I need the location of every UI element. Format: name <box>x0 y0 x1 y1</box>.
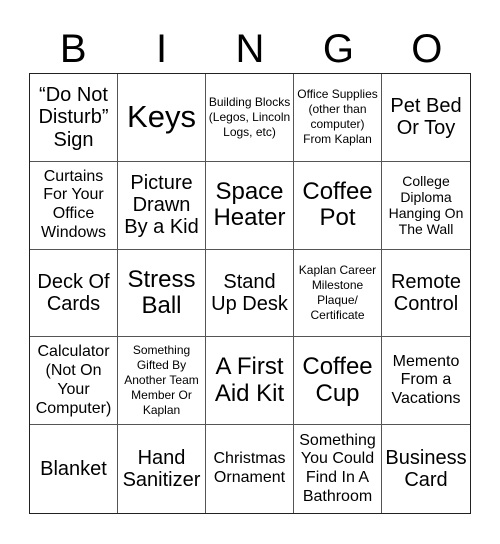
cell-text: Coffee Pot <box>302 177 373 232</box>
bingo-cell[interactable]: Something You Could Find In A Bathroom <box>294 425 382 513</box>
cell-text: Deck Of Cards <box>37 270 110 315</box>
cell-text: Pet Bed Or Toy <box>390 95 462 140</box>
bingo-cell[interactable]: Office Supplies (other than computer) Fr… <box>294 74 382 162</box>
cell-text: Keys <box>127 99 196 135</box>
bingo-cell[interactable]: Stress Ball <box>118 249 206 338</box>
cell-text: Memento From a Vacations <box>391 352 461 408</box>
bingo-cell[interactable]: Something Gifted By Another Team Member … <box>118 337 206 426</box>
bingo-cell[interactable]: A First Aid Kit <box>206 337 294 426</box>
bingo-cell[interactable]: Memento From a Vacations <box>382 337 470 426</box>
bingo-cell[interactable]: Picture Drawn By a Kid <box>118 161 206 250</box>
bingo-cell[interactable]: Curtains For Your Office Windows <box>30 161 118 250</box>
bingo-header: B I N G O <box>29 24 471 74</box>
cell-text: Space Heater <box>213 177 286 232</box>
cell-text: Remote Control <box>390 270 462 315</box>
cell-text: Stress Ball <box>127 265 196 319</box>
cell-text: Something You Could Find In A Bathroom <box>299 431 376 505</box>
header-letter-b: B <box>59 27 87 71</box>
cell-text: Business Card <box>385 446 467 492</box>
cell-text: Kaplan Career Milestone Plaque/ Certific… <box>298 262 377 322</box>
bingo-cell[interactable]: “Do Not Disturb” Sign <box>30 74 118 162</box>
bingo-cell[interactable]: Christmas Ornament <box>206 425 294 513</box>
bingo-cell[interactable]: Blanket <box>30 425 118 513</box>
bingo-cell[interactable]: Remote Control <box>382 250 470 338</box>
cell-text: Christmas Ornament <box>213 450 286 487</box>
bingo-cell[interactable]: Deck Of Cards <box>30 249 118 338</box>
bingo-cell[interactable]: Space Heater <box>206 161 294 250</box>
cell-text: Hand Sanitizer <box>122 446 201 492</box>
header-letter-g: G <box>322 27 354 71</box>
bingo-cell[interactable]: Hand Sanitizer <box>118 425 206 513</box>
header-letter-o: O <box>411 27 443 71</box>
bingo-cell[interactable]: Keys <box>118 74 206 162</box>
bingo-cell[interactable]: Pet Bed Or Toy <box>382 74 470 162</box>
bingo-cell[interactable]: Business Card <box>382 425 470 513</box>
bingo-cell[interactable]: Kaplan Career Milestone Plaque/ Certific… <box>294 249 382 338</box>
cell-text: A First Aid Kit <box>214 353 285 407</box>
cell-text: Office Supplies (other than computer) Fr… <box>297 87 378 147</box>
cell-text: College Diploma Hanging On The Wall <box>388 173 464 238</box>
cell-text: Stand Up Desk <box>211 270 288 315</box>
bingo-cell[interactable]: College Diploma Hanging On The Wall <box>382 162 470 250</box>
cell-text: Something Gifted By Another Team Member … <box>124 343 199 418</box>
cell-text: Calculator (Not On Your Computer) <box>35 343 112 417</box>
cell-text: Coffee Cup <box>302 353 373 407</box>
cell-text: Building Blocks (Legos, Lincoln Logs, et… <box>208 94 291 139</box>
bingo-grid: “Do Not Disturb” Sign Keys Building Bloc… <box>29 73 471 514</box>
bingo-cell[interactable]: Coffee Pot <box>294 161 382 250</box>
header-letter-i: I <box>156 27 168 71</box>
bingo-cell[interactable]: Calculator (Not On Your Computer) <box>30 337 118 426</box>
cell-text: Picture Drawn By a Kid <box>124 171 199 239</box>
cell-text: “Do Not Disturb” Sign <box>38 83 109 151</box>
cell-text: Curtains For Your Office Windows <box>41 167 106 241</box>
header-letter-n: N <box>235 27 265 71</box>
bingo-cell[interactable]: Stand Up Desk <box>206 249 294 338</box>
bingo-cell[interactable]: Coffee Cup <box>294 337 382 426</box>
cell-text: Blanket <box>40 457 107 480</box>
bingo-cell[interactable]: Building Blocks (Legos, Lincoln Logs, et… <box>206 74 294 162</box>
